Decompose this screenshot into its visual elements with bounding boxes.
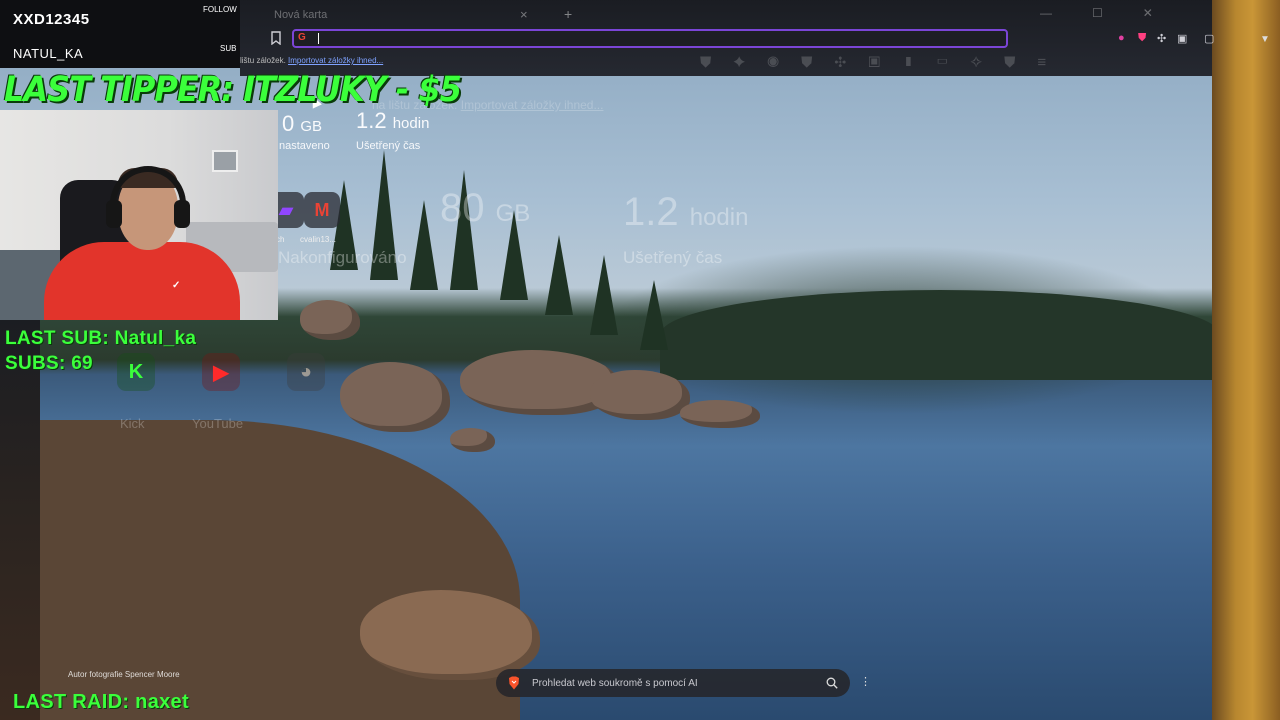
stat-data-value: 0 GB: [282, 111, 322, 137]
new-tab-button[interactable]: +: [564, 6, 572, 22]
window-controls[interactable]: —☐✕: [1040, 6, 1193, 20]
stat-data-number: 0: [282, 111, 295, 136]
vpn-icon[interactable]: ⛊: [1138, 32, 1146, 45]
search-box[interactable]: [496, 669, 850, 697]
subs-count-text: SUBS: 69: [5, 353, 93, 374]
rock: [680, 400, 760, 428]
cat-site-icon: ◕: [287, 353, 325, 391]
stat-time-unit: hodin: [392, 115, 430, 132]
latest-follower-panel: XXD12345 FOLLOW: [0, 0, 240, 38]
bookmarks-bar-text: lištu záložek.: [240, 56, 286, 65]
sidebar-icon[interactable]: ▣: [1177, 32, 1187, 45]
wallet-icon[interactable]: ▢: [1204, 32, 1214, 45]
stat-time-value: 1.2 hodin: [356, 108, 429, 134]
rock: [450, 428, 495, 452]
ghost-stat-data: 80 GB: [440, 186, 530, 231]
ghost-data-unit: GB: [495, 200, 531, 227]
tree: [640, 280, 668, 350]
wall-picture: [212, 150, 238, 172]
sub-tag: SUB: [220, 44, 237, 53]
ghost-time-unit: hodin: [689, 204, 749, 231]
last-raid-text: LAST RAID: naxet: [13, 691, 189, 713]
stat-time-label: Ušetřený čas: [356, 140, 421, 152]
url-input[interactable]: [312, 31, 952, 46]
tab-new-tab[interactable]: Nová karta: [274, 9, 327, 21]
photo-credit[interactable]: Autor fotografie Spencer Moore: [68, 670, 180, 679]
background-edge: [0, 320, 40, 720]
ghost-toolbar-reflection: ⛊✦◉⛊✣▣▮▭✧⛊≡: [700, 54, 1069, 71]
ghost-time-number: 1.2: [623, 190, 679, 234]
text-caret: [318, 33, 319, 44]
minimize-icon[interactable]: —: [1040, 6, 1092, 20]
ghost-tile-label-kick: Kick: [120, 416, 145, 431]
kick-icon: K: [117, 353, 155, 391]
rock: [300, 300, 360, 340]
stat-time-number: 1.2: [356, 108, 387, 133]
extensions-puzzle-icon[interactable]: ✣: [1157, 32, 1166, 45]
ghost-data-label: Nakonfigurováno: [278, 248, 407, 267]
latest-follower-name: XXD12345: [13, 11, 90, 28]
youtube-icon: ▶: [202, 353, 240, 391]
bookmarks-bar: lištu záložek. Importovat záložky ihned.…: [240, 56, 383, 65]
close-icon[interactable]: ✕: [1143, 6, 1193, 20]
tile-label-gmail: cvalin13...: [300, 235, 337, 244]
rock: [340, 362, 450, 432]
more-options-icon[interactable]: ⋮: [860, 675, 871, 688]
stat-data-unit: GB: [300, 118, 323, 135]
bookmark-icon[interactable]: [270, 31, 282, 45]
headset-earcup: [106, 200, 122, 228]
streamer-shirt: [44, 242, 240, 320]
stat-data-label: nastaveno: [279, 140, 330, 152]
ghost-data-number: 80: [440, 186, 485, 230]
brave-shields-icon[interactable]: ▼: [1260, 34, 1270, 45]
ghost-bookmarks-link: Importovat záložky ihned...: [460, 98, 604, 112]
tree: [410, 200, 438, 290]
brave-lion-icon: [509, 676, 519, 690]
latest-sub-name: NATUL_KA: [13, 46, 84, 61]
import-bookmarks-link[interactable]: Importovat záložky ihned...: [288, 56, 383, 65]
latest-sub-panel: NATUL_KA SUB: [0, 38, 240, 68]
tree: [590, 255, 618, 335]
search-icon[interactable]: [826, 677, 838, 689]
youtube-glyph: ▶: [213, 361, 229, 384]
gmail-icon[interactable]: M: [304, 192, 340, 228]
last-sub-text: LAST SUB: Natul_ka: [5, 328, 197, 349]
ghost-stat-time: 1.2 hodin: [623, 190, 748, 235]
tab-close-icon[interactable]: ×: [520, 7, 528, 22]
follow-tag: FOLLOW: [203, 5, 237, 14]
webcam-feed: ✓: [0, 110, 278, 320]
extension-icon[interactable]: ●: [1118, 32, 1125, 44]
shirt-logo-icon: ✓: [172, 280, 181, 291]
tree: [545, 235, 573, 315]
headset-earcup: [174, 200, 190, 228]
maximize-icon[interactable]: ☐: [1092, 6, 1143, 20]
kick-glyph: K: [128, 360, 144, 383]
last-tipper-banner: LAST TIPPER: ITZLUKY - $5: [4, 68, 462, 110]
search-input[interactable]: [532, 674, 822, 692]
google-g-icon: G: [298, 32, 306, 43]
background-strip: [1212, 0, 1280, 720]
ghost-time-label: Ušetřený čas: [623, 248, 723, 267]
address-bar[interactable]: G ▼ ▲: [292, 29, 1270, 48]
ghost-tile-label-youtube: YouTube: [192, 416, 244, 431]
forest-hill: [660, 290, 1212, 380]
